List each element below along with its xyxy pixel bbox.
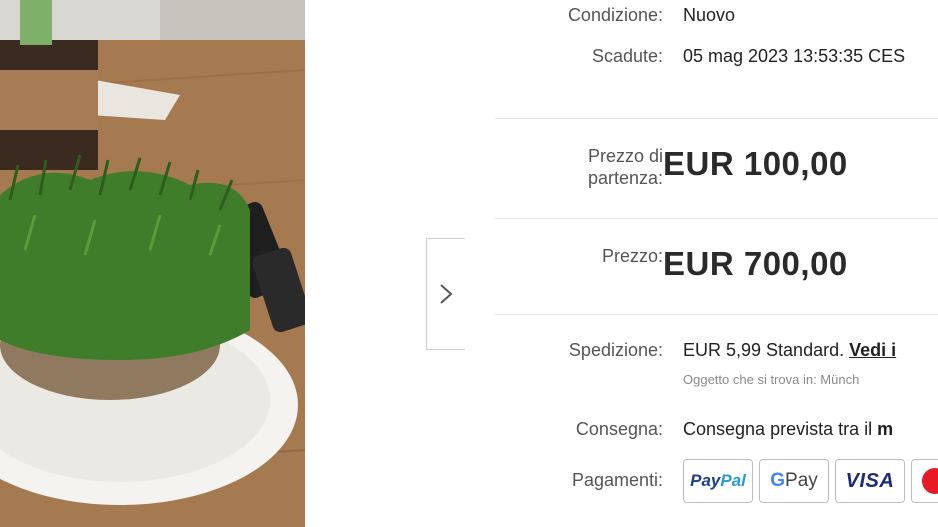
shipping-value: EUR 5,99 Standard. Vedi i: [683, 340, 897, 360]
start-price-value: EUR 100,00: [663, 145, 848, 182]
delivery-value: Consegna prevista tra il m: [683, 419, 894, 439]
product-photo: [0, 0, 305, 527]
price-row: Prezzo: EUR 700,00: [465, 243, 938, 287]
condition-row: Condizione: Nuovo: [465, 5, 938, 29]
expires-row: Scadute: 05 mag 2023 13:53:35 CES: [465, 46, 938, 70]
price-label: Prezzo:: [601, 246, 663, 266]
divider: [495, 218, 938, 219]
delivery-row: Consegna: Consegna prevista tra il m: [465, 419, 938, 443]
shipping-label: Spedizione:: [568, 340, 663, 360]
shipping-details-link[interactable]: Vedi i: [849, 340, 896, 360]
start-price-label: Prezzo di partenza:: [587, 146, 663, 188]
payment-methods: Pay Pal G Pay VISA: [683, 459, 938, 503]
next-image-button[interactable]: [426, 238, 465, 350]
shipping-row: Spedizione: EUR 5,99 Standard. Vedi i Og…: [465, 340, 938, 388]
price-value: EUR 700,00: [663, 245, 848, 282]
payments-label: Pagamenti:: [571, 470, 663, 490]
divider: [495, 314, 938, 315]
paypal-badge: Pay Pal: [683, 459, 753, 503]
grass-on-plate-image: [0, 0, 305, 527]
listing-details: Condizione: Nuovo Scadute: 05 mag 2023 1…: [465, 0, 938, 527]
expires-value: 05 mag 2023 13:53:35 CES: [683, 46, 906, 66]
divider: [495, 118, 938, 119]
expires-label: Scadute:: [591, 46, 663, 66]
mastercard-icon: [922, 468, 938, 494]
visa-badge: VISA: [835, 459, 905, 503]
delivery-label: Consegna:: [575, 419, 663, 439]
item-location-note: Oggetto che si trova in: Münch: [683, 372, 860, 387]
google-pay-badge: G Pay: [759, 459, 829, 503]
start-price-row: Prezzo di partenza: EUR 100,00: [465, 145, 938, 195]
mastercard-badge: [911, 459, 938, 503]
condition-label: Condizione:: [567, 5, 663, 25]
chevron-right-icon: [440, 284, 453, 304]
gallery-background: [305, 0, 425, 527]
condition-value: Nuovo: [683, 5, 736, 25]
